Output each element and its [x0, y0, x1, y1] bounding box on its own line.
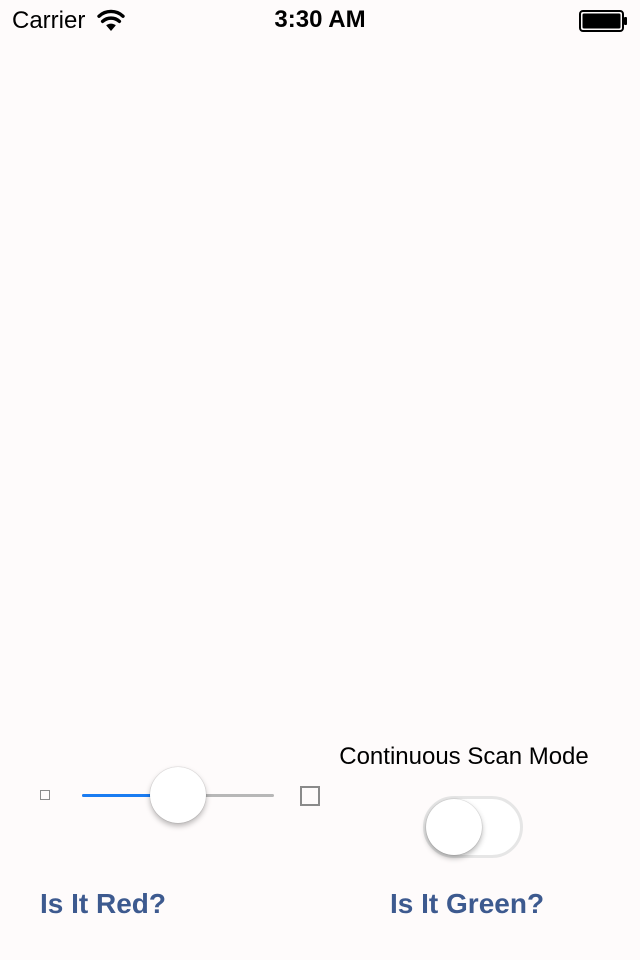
is-it-green-button[interactable]: Is It Green?: [390, 886, 544, 922]
status-time: 3:30 AM: [274, 6, 366, 33]
status-bar: Carrier 3:30 AM: [0, 0, 640, 40]
continuous-scan-toggle[interactable]: [423, 796, 523, 858]
battery-icon: [579, 10, 627, 32]
slider-max-icon: [300, 786, 320, 806]
continuous-scan-label: Continuous Scan Mode: [339, 743, 589, 770]
slider-min-icon: [40, 790, 50, 800]
is-it-red-button[interactable]: Is It Red?: [40, 886, 166, 922]
toggle-knob[interactable]: [426, 799, 482, 855]
slider-thumb[interactable]: [150, 767, 206, 823]
scan-size-slider[interactable]: [82, 766, 274, 824]
